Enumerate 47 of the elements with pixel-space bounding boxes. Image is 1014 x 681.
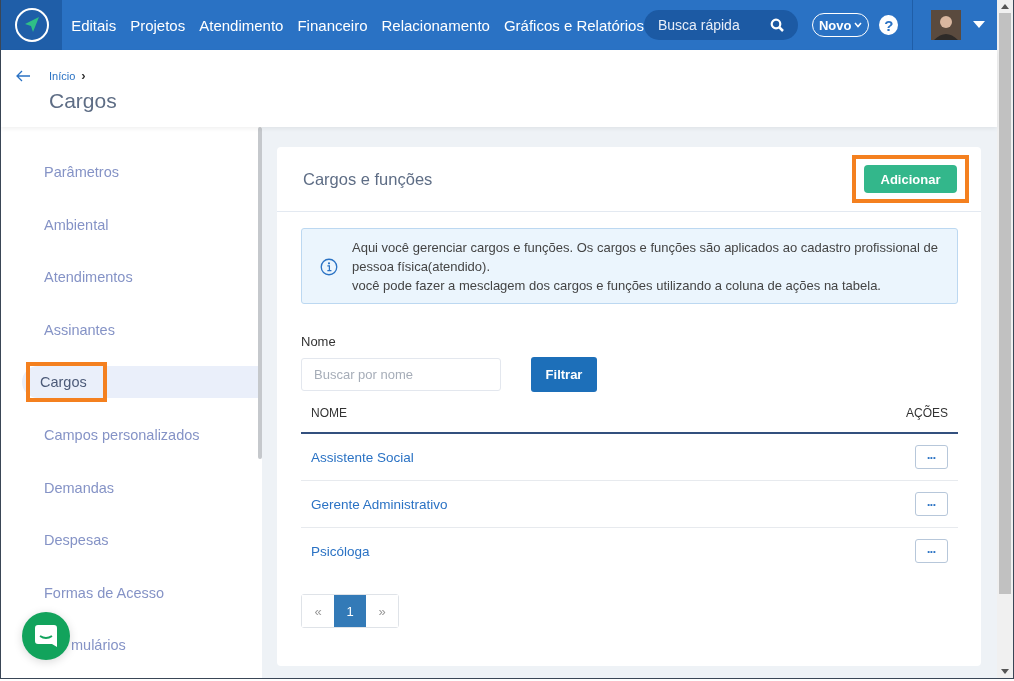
avatar[interactable] bbox=[931, 10, 961, 40]
page-button[interactable]: 1 bbox=[334, 595, 366, 627]
filter-button[interactable]: Filtrar bbox=[531, 357, 597, 392]
sidebar-item[interactable]: Demandas bbox=[22, 471, 258, 504]
scrollbar[interactable] bbox=[997, 0, 1013, 678]
table-link[interactable]: Assistente Social bbox=[311, 449, 414, 465]
actions-button[interactable]: ••• bbox=[915, 445, 948, 469]
chevron-icon bbox=[854, 22, 863, 28]
chat-icon bbox=[33, 623, 59, 649]
quick-search-field[interactable]: Busca rápida bbox=[643, 10, 798, 40]
sidebar-item[interactable]: Campos personalizados bbox=[22, 418, 258, 451]
actions-button[interactable]: ••• bbox=[915, 539, 948, 563]
sidebar-item[interactable]: Parâmetros bbox=[22, 156, 258, 188]
table-link[interactable]: Psicóloga bbox=[311, 543, 370, 559]
help-icon[interactable]: ? bbox=[879, 15, 898, 35]
breadcrumb-separator: › bbox=[81, 68, 86, 83]
column-header: AÇÕES bbox=[906, 406, 948, 420]
name-search-field[interactable]: Buscar por nome bbox=[301, 358, 501, 391]
nav-link[interactable]: Editais bbox=[71, 16, 117, 34]
sidebar-item[interactable]: Assinantes bbox=[22, 313, 258, 346]
scrollbar-thumb[interactable] bbox=[258, 127, 262, 459]
highlight-frame: Cargos bbox=[26, 362, 107, 403]
back-arrow-icon[interactable] bbox=[15, 69, 31, 82]
nav-link[interactable]: Atendimento bbox=[199, 16, 284, 34]
sidebar-item[interactable]: Atendimentos bbox=[22, 261, 258, 294]
sidebar-item[interactable]: Ambiental bbox=[22, 208, 258, 241]
nav-link[interactable]: Projetos bbox=[130, 16, 186, 34]
actions-button[interactable]: ••• bbox=[915, 492, 948, 516]
sidebar-item[interactable]: Despesas bbox=[22, 524, 258, 557]
sidebar-item[interactable]: Formas de Acesso bbox=[22, 576, 258, 609]
search-icon[interactable] bbox=[769, 18, 784, 32]
add-button[interactable]: Adicionar bbox=[864, 165, 957, 193]
page-title: Cargos bbox=[49, 89, 118, 113]
scroll-down-icon[interactable] bbox=[1001, 669, 1009, 674]
sidebar-item[interactable]: mulários bbox=[71, 629, 126, 662]
caret-icon[interactable] bbox=[973, 21, 985, 29]
column-header: NOME bbox=[311, 406, 347, 420]
table-link[interactable]: Gerente Administrativo bbox=[311, 496, 448, 512]
scroll-up-icon[interactable] bbox=[1001, 4, 1009, 9]
field-label: Nome bbox=[301, 334, 337, 349]
logo-icon[interactable] bbox=[1, 0, 63, 50]
info-message: Aqui você gerenciar cargos e funções. Os cargos e funções são aplicados ao cadastro profissional de pessoa física(atendido). você pode fazer a mesclagem dos cargos e funções utilizando a coluna de ações na tabela. bbox=[352, 239, 940, 295]
nav-link[interactable]: Gráficos e Relatórios bbox=[503, 16, 644, 34]
breadcrumb-link[interactable]: Início bbox=[49, 69, 76, 82]
nav-link[interactable]: Relacionamento bbox=[381, 16, 490, 34]
nav-link[interactable]: Financeiro bbox=[297, 16, 368, 34]
card-title: Cargos e funções bbox=[303, 169, 433, 189]
